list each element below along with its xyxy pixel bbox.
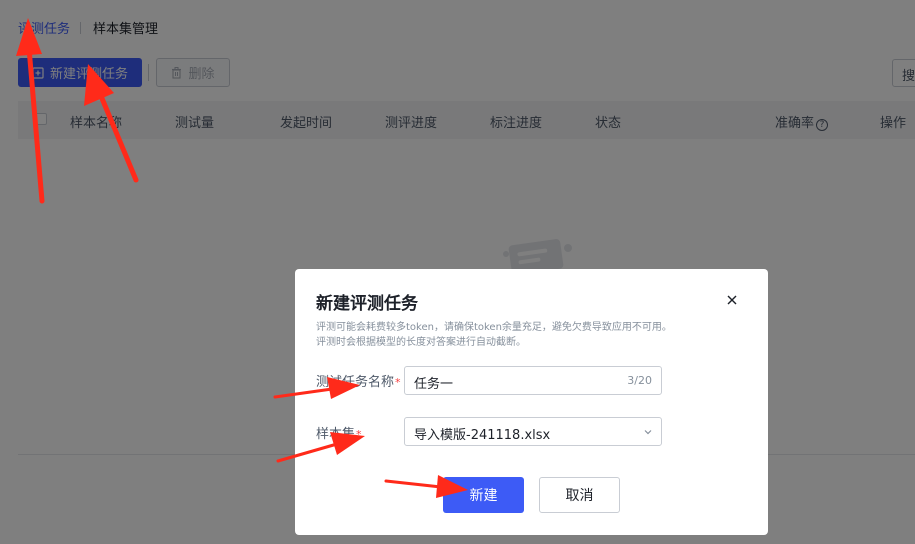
dialog-description-line-2: 评测时会根据模型的长度对答案进行自动截断。 xyxy=(316,337,526,348)
dialog-description-line-1: 评测可能会耗费较多token，请确保token余量充足，避免欠费导致应用不可用。 xyxy=(316,322,672,333)
task-name-label: 测试任务名称* xyxy=(316,371,401,390)
close-icon[interactable] xyxy=(725,293,739,307)
task-name-input[interactable]: 任务一 3/20 xyxy=(404,366,662,395)
task-name-char-count: 3/20 xyxy=(627,374,652,387)
new-eval-task-dialog: 新建评测任务 评测可能会耗费较多token，请确保token余量充足，避免欠费导… xyxy=(295,269,768,535)
chevron-down-icon xyxy=(644,430,652,435)
cancel-button[interactable]: 取消 xyxy=(539,477,620,513)
task-name-value: 任务一 xyxy=(414,377,454,392)
dialog-title: 新建评测任务 xyxy=(316,294,418,314)
sample-set-label-text: 样本集 xyxy=(316,427,356,442)
sample-set-select[interactable]: 导入模版-241118.xlsx xyxy=(404,417,662,446)
required-mark: * xyxy=(395,376,401,389)
sample-set-label: 样本集* xyxy=(316,423,362,442)
create-button[interactable]: 新建 xyxy=(443,477,524,513)
dialog-description: 评测可能会耗费较多token，请确保token余量充足，避免欠费导致应用不可用。… xyxy=(316,320,736,350)
task-name-label-text: 测试任务名称 xyxy=(316,375,395,390)
sample-set-value: 导入模版-241118.xlsx xyxy=(414,428,551,443)
required-mark: * xyxy=(356,428,362,441)
